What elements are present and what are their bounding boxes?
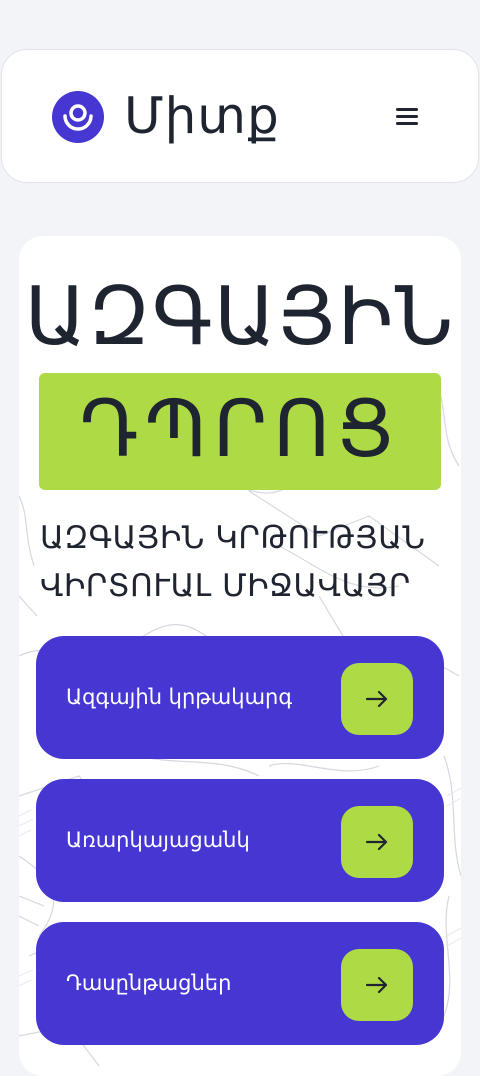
national-curriculum-button[interactable]: Ազգային կրթակարգ <box>36 636 444 759</box>
hero-card: ԱԶԳԱՅԻՆ ԴՊՐՈՑ ԱԶԳԱՅԻՆ ԿՐԹՈՒԹՅԱՆ ՎԻՐՏՈՒԱԼ… <box>19 236 461 1076</box>
subject-list-button[interactable]: Առարկայացանկ <box>36 779 444 902</box>
brand-name[interactable]: Միտք <box>124 84 280 148</box>
menu-button[interactable] <box>390 102 424 132</box>
button-label: Ազգային կրթակարգ <box>66 685 293 709</box>
hero-subtitle-line1: ԱԶԳԱՅԻՆ ԿՐԹՈՒԹՅԱՆ <box>40 520 426 556</box>
menu-icon-bar <box>396 108 418 111</box>
hero-title-line2: ԴՊՐՈՑ <box>79 385 401 475</box>
arrow-right-icon[interactable] <box>341 806 413 878</box>
hero-subtitle: ԱԶԳԱՅԻՆ ԿՐԹՈՒԹՅԱՆ ՎԻՐՏՈՒԱԼ ՄԻՋԱՎԱՅՐ <box>40 514 460 610</box>
menu-icon-bar <box>396 115 418 118</box>
button-label: Առարկայացանկ <box>66 828 250 852</box>
menu-icon-bar <box>396 122 418 125</box>
arrow-right-icon[interactable] <box>341 949 413 1021</box>
arrow-right-icon[interactable] <box>341 663 413 735</box>
button-label: Դասընթացներ <box>66 971 232 995</box>
hero-title-highlight: ԴՊՐՈՑ <box>39 373 441 490</box>
courses-button[interactable]: Դասընթացներ <box>36 922 444 1045</box>
hero-title-line1: ԱԶԳԱՅԻՆ <box>24 270 456 363</box>
site-header: Միտք <box>1 49 479 183</box>
logo-icon[interactable] <box>52 91 104 143</box>
hero-subtitle-line2: ՎԻՐՏՈՒԱԼ ՄԻՋԱՎԱՅՐ <box>40 568 411 604</box>
